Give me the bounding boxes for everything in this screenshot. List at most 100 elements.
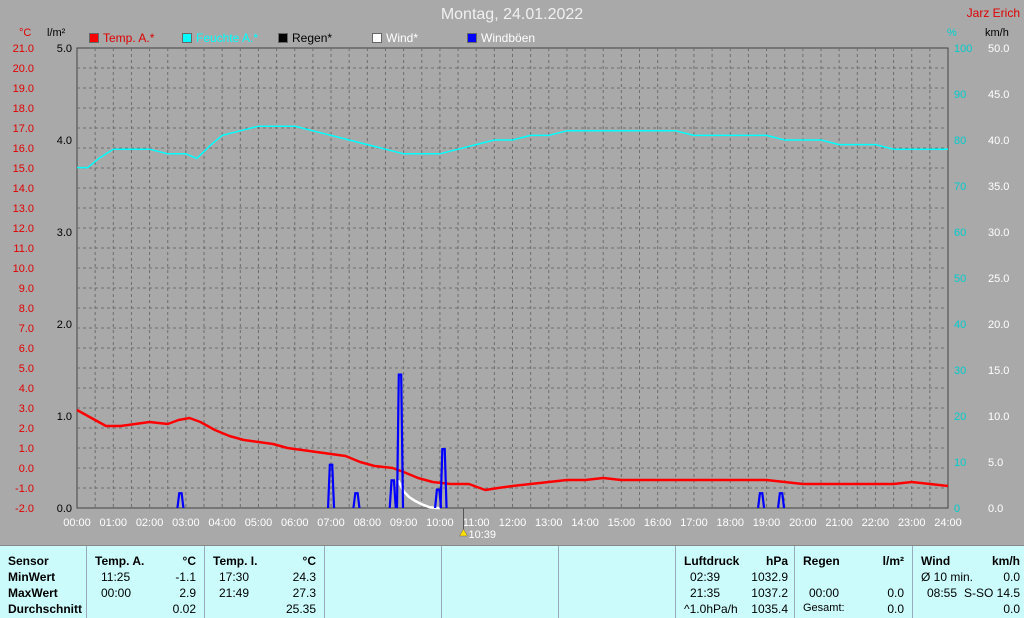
temp-tick-label: 10.0 <box>13 263 34 275</box>
temp-tick-label: 7.0 <box>19 323 34 335</box>
sensor-column: Sensor MinWert MaxWert Durchschnitt <box>0 546 87 618</box>
humidity-tick-label: 100 <box>954 43 972 55</box>
wind-tick-label: 35.0 <box>988 181 1009 193</box>
pressure-header: Luftdruck <box>684 554 740 568</box>
x-tick-label: 06:00 <box>281 517 309 529</box>
temp-tick-label: 8.0 <box>19 303 34 315</box>
legend-item: Wind* <box>372 31 418 45</box>
empty-column-2 <box>442 546 559 618</box>
temp-i-min-value: 24.3 <box>292 570 316 584</box>
legend-swatch <box>182 33 192 43</box>
sensor-header: Sensor <box>8 554 49 568</box>
temp-a-max-time: 00:00 <box>101 586 132 600</box>
temp-a-column: Temp. A. °C 11:25 -1.1 00:00 2.9 0.02 <box>87 546 205 618</box>
wind-last-value: 0.0 <box>1003 602 1020 616</box>
temp-tick-label: 1.0 <box>19 443 34 455</box>
legend-item: Windböen <box>467 31 535 45</box>
empty-column-3 <box>559 546 676 618</box>
temp-tick-label: 16.0 <box>13 143 34 155</box>
x-tick-label: 00:00 <box>63 517 91 529</box>
temp-i-max-value: 27.3 <box>292 586 316 600</box>
temp-tick-label: 5.0 <box>19 363 34 375</box>
x-tick-label: 24:00 <box>934 517 962 529</box>
x-tick-label: 17:00 <box>680 517 708 529</box>
temp-i-avg-value: 25.35 <box>285 602 316 616</box>
temp-tick-label: 17.0 <box>13 123 34 135</box>
humidity-tick-label: 20 <box>954 411 966 423</box>
wind-tick-label: 20.0 <box>988 319 1009 331</box>
temp-tick-label: 21.0 <box>13 43 34 55</box>
wind-tick-label: 15.0 <box>988 365 1009 377</box>
temp-tick-label: 9.0 <box>19 283 34 295</box>
weather-chart: 21.0 20.0 19.0 18.0 17.0 16.0 15.0 14.0 13.0 12.0… <box>13 43 1010 541</box>
wind-max-value: S-SO 14.5 <box>963 586 1020 600</box>
temp-tick-label: 3.0 <box>19 403 34 415</box>
temp-i-column: Temp. I. °C 17:30 24.3 21:49 27.3 25.35 <box>205 546 325 618</box>
pressure-min-time: 02:39 <box>690 570 721 584</box>
temp-i-max-time: 21:49 <box>219 586 250 600</box>
temp-tick-label: 14.0 <box>13 183 34 195</box>
wind-tick-label: 50.0 <box>988 43 1009 55</box>
wind-column: Wind km/h Ø 10 min. 0.0 08:55 S-SO 14.5 … <box>913 546 1024 618</box>
wind-unit: km/h <box>991 554 1020 568</box>
empty-column-1 <box>325 546 442 618</box>
wind-tick-label: 0.0 <box>988 503 1003 515</box>
humidity-tick-label: 0 <box>954 503 960 515</box>
temp-a-min-value: -1.1 <box>175 570 196 584</box>
wind-header: Wind <box>921 554 951 568</box>
rain-tick-label: 2.0 <box>57 319 72 331</box>
temp-i-header: Temp. I. <box>213 554 258 568</box>
row-label-avg: Durchschnitt <box>8 602 83 616</box>
rain-total-label: Gesamt: <box>803 602 845 614</box>
temp-tick-label: 13.0 <box>13 203 34 215</box>
humidity-unit: % <box>947 27 957 39</box>
time-marker-label: 10:39 <box>469 529 497 541</box>
x-tick-label: 16:00 <box>644 517 672 529</box>
legend-label: Wind* <box>386 31 419 45</box>
rain-tick-label: 1.0 <box>57 411 72 423</box>
wind-tick-label: 45.0 <box>988 89 1009 101</box>
x-tick-label: 07:00 <box>317 517 345 529</box>
humidity-tick-label: 10 <box>954 457 966 469</box>
temp-tick-label: 2.0 <box>19 423 34 435</box>
temp-tick-label: -2.0 <box>15 503 34 515</box>
rain-unit: l/m² <box>882 554 904 568</box>
temp-tick-label: -1.0 <box>15 483 34 495</box>
x-tick-label: 12:00 <box>499 517 527 529</box>
temp-tick-label: 15.0 <box>13 163 34 175</box>
temp-i-min-time: 17:30 <box>219 570 250 584</box>
temp-a-max-value: 2.9 <box>179 586 196 600</box>
x-tick-label: 13:00 <box>535 517 563 529</box>
humidity-tick-label: 40 <box>954 319 966 331</box>
temp-tick-label: 6.0 <box>19 343 34 355</box>
temp-i-unit: °C <box>302 554 316 568</box>
stats-table: Sensor MinWert MaxWert Durchschnitt Temp… <box>0 545 1024 618</box>
temp-a-unit: °C <box>182 554 196 568</box>
x-tick-label: 05:00 <box>245 517 273 529</box>
temp-tick-label: 20.0 <box>13 63 34 75</box>
rain-tick-label: 4.0 <box>57 135 72 147</box>
legend-item: Feuchte A.* <box>182 31 258 45</box>
pressure-unit: hPa <box>765 554 788 568</box>
x-tick-label: 08:00 <box>354 517 382 529</box>
pressure-column: Luftdruck hPa 02:39 1032.9 21:35 1037.2 … <box>676 546 795 618</box>
rain-unit: l/m² <box>47 27 66 39</box>
author-label: Jarz Erich <box>966 6 1020 20</box>
rain-tick-label: 3.0 <box>57 227 72 239</box>
temp-unit: °C <box>19 27 32 39</box>
rain-max-time: 00:00 <box>809 586 840 600</box>
chart-title: Montag, 24.01.2022 <box>440 6 584 23</box>
x-tick-label: 02:00 <box>136 517 164 529</box>
legend-label: Windböen <box>481 31 536 45</box>
x-tick-label: 23:00 <box>898 517 926 529</box>
temp-a-header: Temp. A. <box>95 554 145 568</box>
wind-tick-label: 5.0 <box>988 457 1003 469</box>
humidity-tick-label: 70 <box>954 181 966 193</box>
x-tick-label: 09:00 <box>390 517 418 529</box>
pressure-max-value: 1037.2 <box>751 586 788 600</box>
x-tick-label: 18:00 <box>716 517 744 529</box>
legend-swatch <box>372 33 382 43</box>
wind-tick-label: 30.0 <box>988 227 1009 239</box>
legend-label: Feuchte A.* <box>196 31 259 45</box>
x-tick-label: 03:00 <box>172 517 200 529</box>
